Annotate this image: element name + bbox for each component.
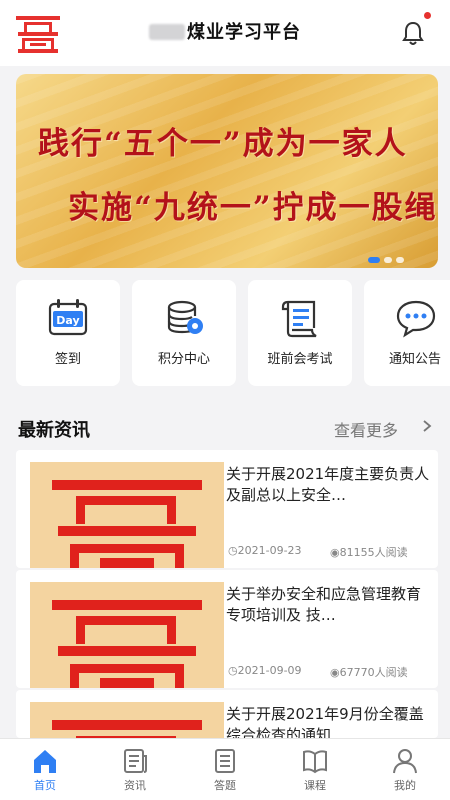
logo-icon bbox=[52, 720, 202, 738]
news-title: 关于举办安全和应急管理教育专项培训及 技… bbox=[226, 585, 422, 624]
tab-quiz[interactable]: 答题 bbox=[180, 739, 270, 800]
view-more-link[interactable]: 查看更多 bbox=[334, 417, 398, 441]
quick-entry-label: 积分中心 bbox=[157, 352, 210, 367]
banner-line-2: 实施“九统一”拧成一股绳 bbox=[68, 190, 438, 226]
carousel-dot[interactable] bbox=[368, 257, 380, 263]
tab-home[interactable]: 首页 bbox=[0, 739, 90, 800]
top-header: 煤业学习平台 bbox=[0, 0, 450, 66]
tab-label: 答题 bbox=[214, 779, 236, 792]
tab-label: 首页 bbox=[34, 779, 56, 792]
exam-scroll-icon bbox=[281, 300, 317, 338]
quick-entry-points[interactable]: 积分中心 bbox=[132, 280, 236, 386]
logo-icon bbox=[52, 600, 202, 688]
banner-line-1: 践行“五个一”成为一家人 bbox=[38, 126, 408, 162]
quick-entry-exam[interactable]: 班前会考试 bbox=[248, 280, 352, 386]
tab-label: 资讯 bbox=[124, 779, 146, 792]
tab-course[interactable]: 课程 bbox=[270, 739, 360, 800]
bottom-tab-bar: 首页 资讯 答题 课程 我的 bbox=[0, 738, 450, 800]
user-icon bbox=[393, 749, 417, 774]
carousel-dot[interactable] bbox=[384, 257, 392, 263]
quick-entry-label: 通知公告 bbox=[388, 352, 441, 367]
news-title: 关于开展2021年9月份全覆盖综合检查的通知… bbox=[226, 705, 424, 738]
news-item[interactable]: 关于举办安全和应急管理教育专项培训及 技… ◷2021-09-09 ◉67770… bbox=[16, 570, 438, 688]
news-title: 关于开展2021年度主要负责人及副总以上安全… bbox=[226, 465, 430, 504]
carousel-dot[interactable] bbox=[396, 257, 404, 263]
carousel-indicator bbox=[364, 248, 404, 263]
tab-news[interactable]: 资讯 bbox=[90, 739, 180, 800]
news-date: ◷2021-09-09 bbox=[228, 664, 302, 677]
quick-entry-label: 签到 bbox=[54, 352, 81, 367]
news-item[interactable]: 关于开展2021年9月份全覆盖综合检查的通知… bbox=[16, 690, 438, 738]
chevron-right-icon[interactable] bbox=[420, 419, 434, 433]
bell-icon[interactable] bbox=[398, 18, 428, 48]
news-thumbnail bbox=[30, 582, 224, 688]
quick-entry-checkin[interactable]: Day 签到 bbox=[16, 280, 120, 386]
page-title: 煤业学习平台 bbox=[0, 18, 450, 44]
news-item[interactable]: 关于开展2021年度主要负责人及副总以上安全… ◷2021-09-23 ◉811… bbox=[16, 450, 438, 568]
tab-label: 我的 bbox=[394, 779, 416, 792]
quick-entry-label: 班前会考试 bbox=[267, 352, 333, 367]
calendar-day-icon: Day bbox=[48, 299, 88, 336]
tab-label: 课程 bbox=[304, 779, 326, 792]
news-read-count: ◉81155人阅读 bbox=[330, 546, 408, 559]
news-thumbnail bbox=[30, 702, 224, 738]
day-text: Day bbox=[56, 314, 79, 327]
quick-entry-notice[interactable]: 通知公告 bbox=[364, 280, 450, 386]
logo-icon bbox=[52, 480, 202, 568]
chat-bubble-icon bbox=[396, 300, 436, 338]
news-icon bbox=[124, 749, 147, 773]
book-icon bbox=[303, 750, 327, 774]
news-read-count: ◉67770人阅读 bbox=[330, 666, 408, 679]
quiz-icon bbox=[215, 749, 235, 773]
news-thumbnail bbox=[30, 462, 224, 568]
coins-icon bbox=[167, 300, 203, 334]
home-icon bbox=[34, 750, 56, 773]
news-date: ◷2021-09-23 bbox=[228, 544, 302, 557]
section-title: 最新资讯 bbox=[18, 420, 90, 441]
banner-carousel[interactable]: 践行“五个一”成为一家人 实施“九统一”拧成一股绳 bbox=[16, 74, 438, 268]
notification-dot bbox=[424, 12, 431, 19]
tab-profile[interactable]: 我的 bbox=[360, 739, 450, 800]
